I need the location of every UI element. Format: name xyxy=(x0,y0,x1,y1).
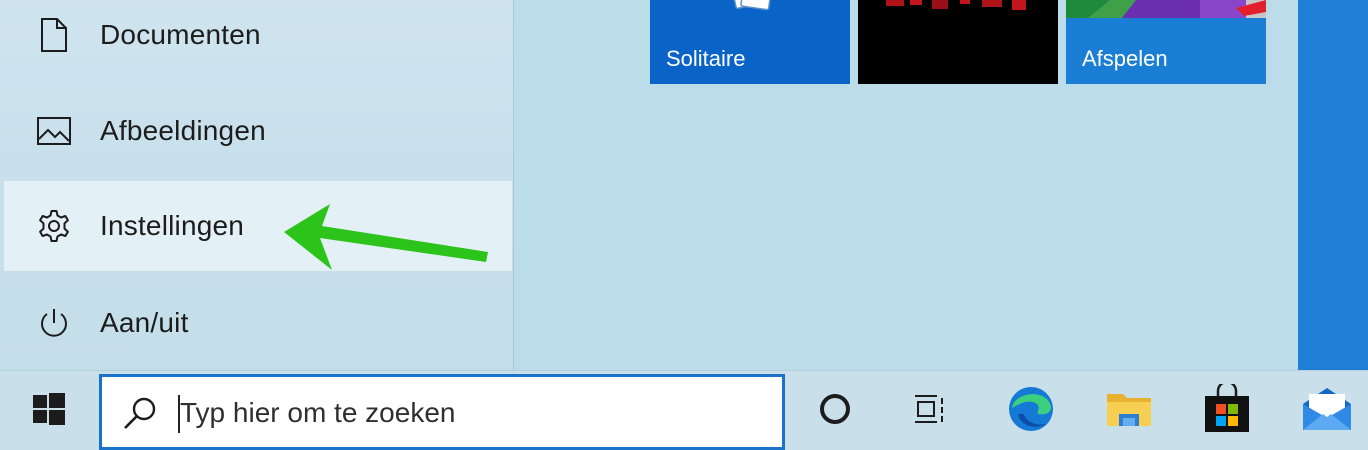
tile-solitaire[interactable]: Solitaire xyxy=(650,0,850,84)
edge-icon xyxy=(1006,384,1056,439)
solitaire-cards-icon xyxy=(730,0,774,17)
file-explorer-icon xyxy=(1105,388,1153,435)
tile-afspelen[interactable]: Afspelen xyxy=(1066,0,1266,84)
nav-item-power[interactable]: Aan/uit xyxy=(4,278,512,368)
mail-icon xyxy=(1301,386,1353,437)
task-view-button[interactable] xyxy=(895,371,965,450)
nav-item-label: Documenten xyxy=(100,19,261,50)
start-menu: Documenten Afbeeldingen Instellingen Aan… xyxy=(0,0,1298,370)
store-icon xyxy=(1203,380,1251,439)
arrow-icon xyxy=(282,200,492,279)
start-button[interactable] xyxy=(14,371,84,450)
tile-game[interactable] xyxy=(858,0,1058,84)
pictures-icon xyxy=(36,113,72,149)
taskbar xyxy=(0,370,1368,450)
search-icon xyxy=(122,395,158,431)
search-input[interactable] xyxy=(180,391,740,435)
edge-button[interactable] xyxy=(996,371,1066,450)
mail-button[interactable] xyxy=(1292,371,1362,450)
power-icon xyxy=(36,305,72,341)
tile-label: Afspelen xyxy=(1082,46,1168,71)
nav-item-documents[interactable]: Documenten xyxy=(4,0,512,80)
cortana-button[interactable] xyxy=(800,371,870,450)
cortana-icon xyxy=(818,392,852,431)
tile-label: Solitaire xyxy=(666,46,746,71)
store-button[interactable] xyxy=(1192,371,1262,450)
windows-start-icon xyxy=(32,392,66,431)
nav-item-label: Aan/uit xyxy=(100,307,189,338)
tile-artwork xyxy=(1066,0,1266,23)
document-icon xyxy=(36,17,72,53)
search-box[interactable] xyxy=(99,374,785,450)
start-menu-left-pane: Documenten Afbeeldingen Instellingen Aan… xyxy=(0,0,514,370)
nav-item-label: Afbeeldingen xyxy=(100,115,266,146)
nav-item-label: Instellingen xyxy=(100,210,245,241)
gear-icon xyxy=(36,208,72,244)
tile-artwork xyxy=(882,0,1042,19)
nav-item-pictures[interactable]: Afbeeldingen xyxy=(4,86,512,176)
file-explorer-button[interactable] xyxy=(1094,371,1164,450)
task-view-icon xyxy=(913,392,947,431)
